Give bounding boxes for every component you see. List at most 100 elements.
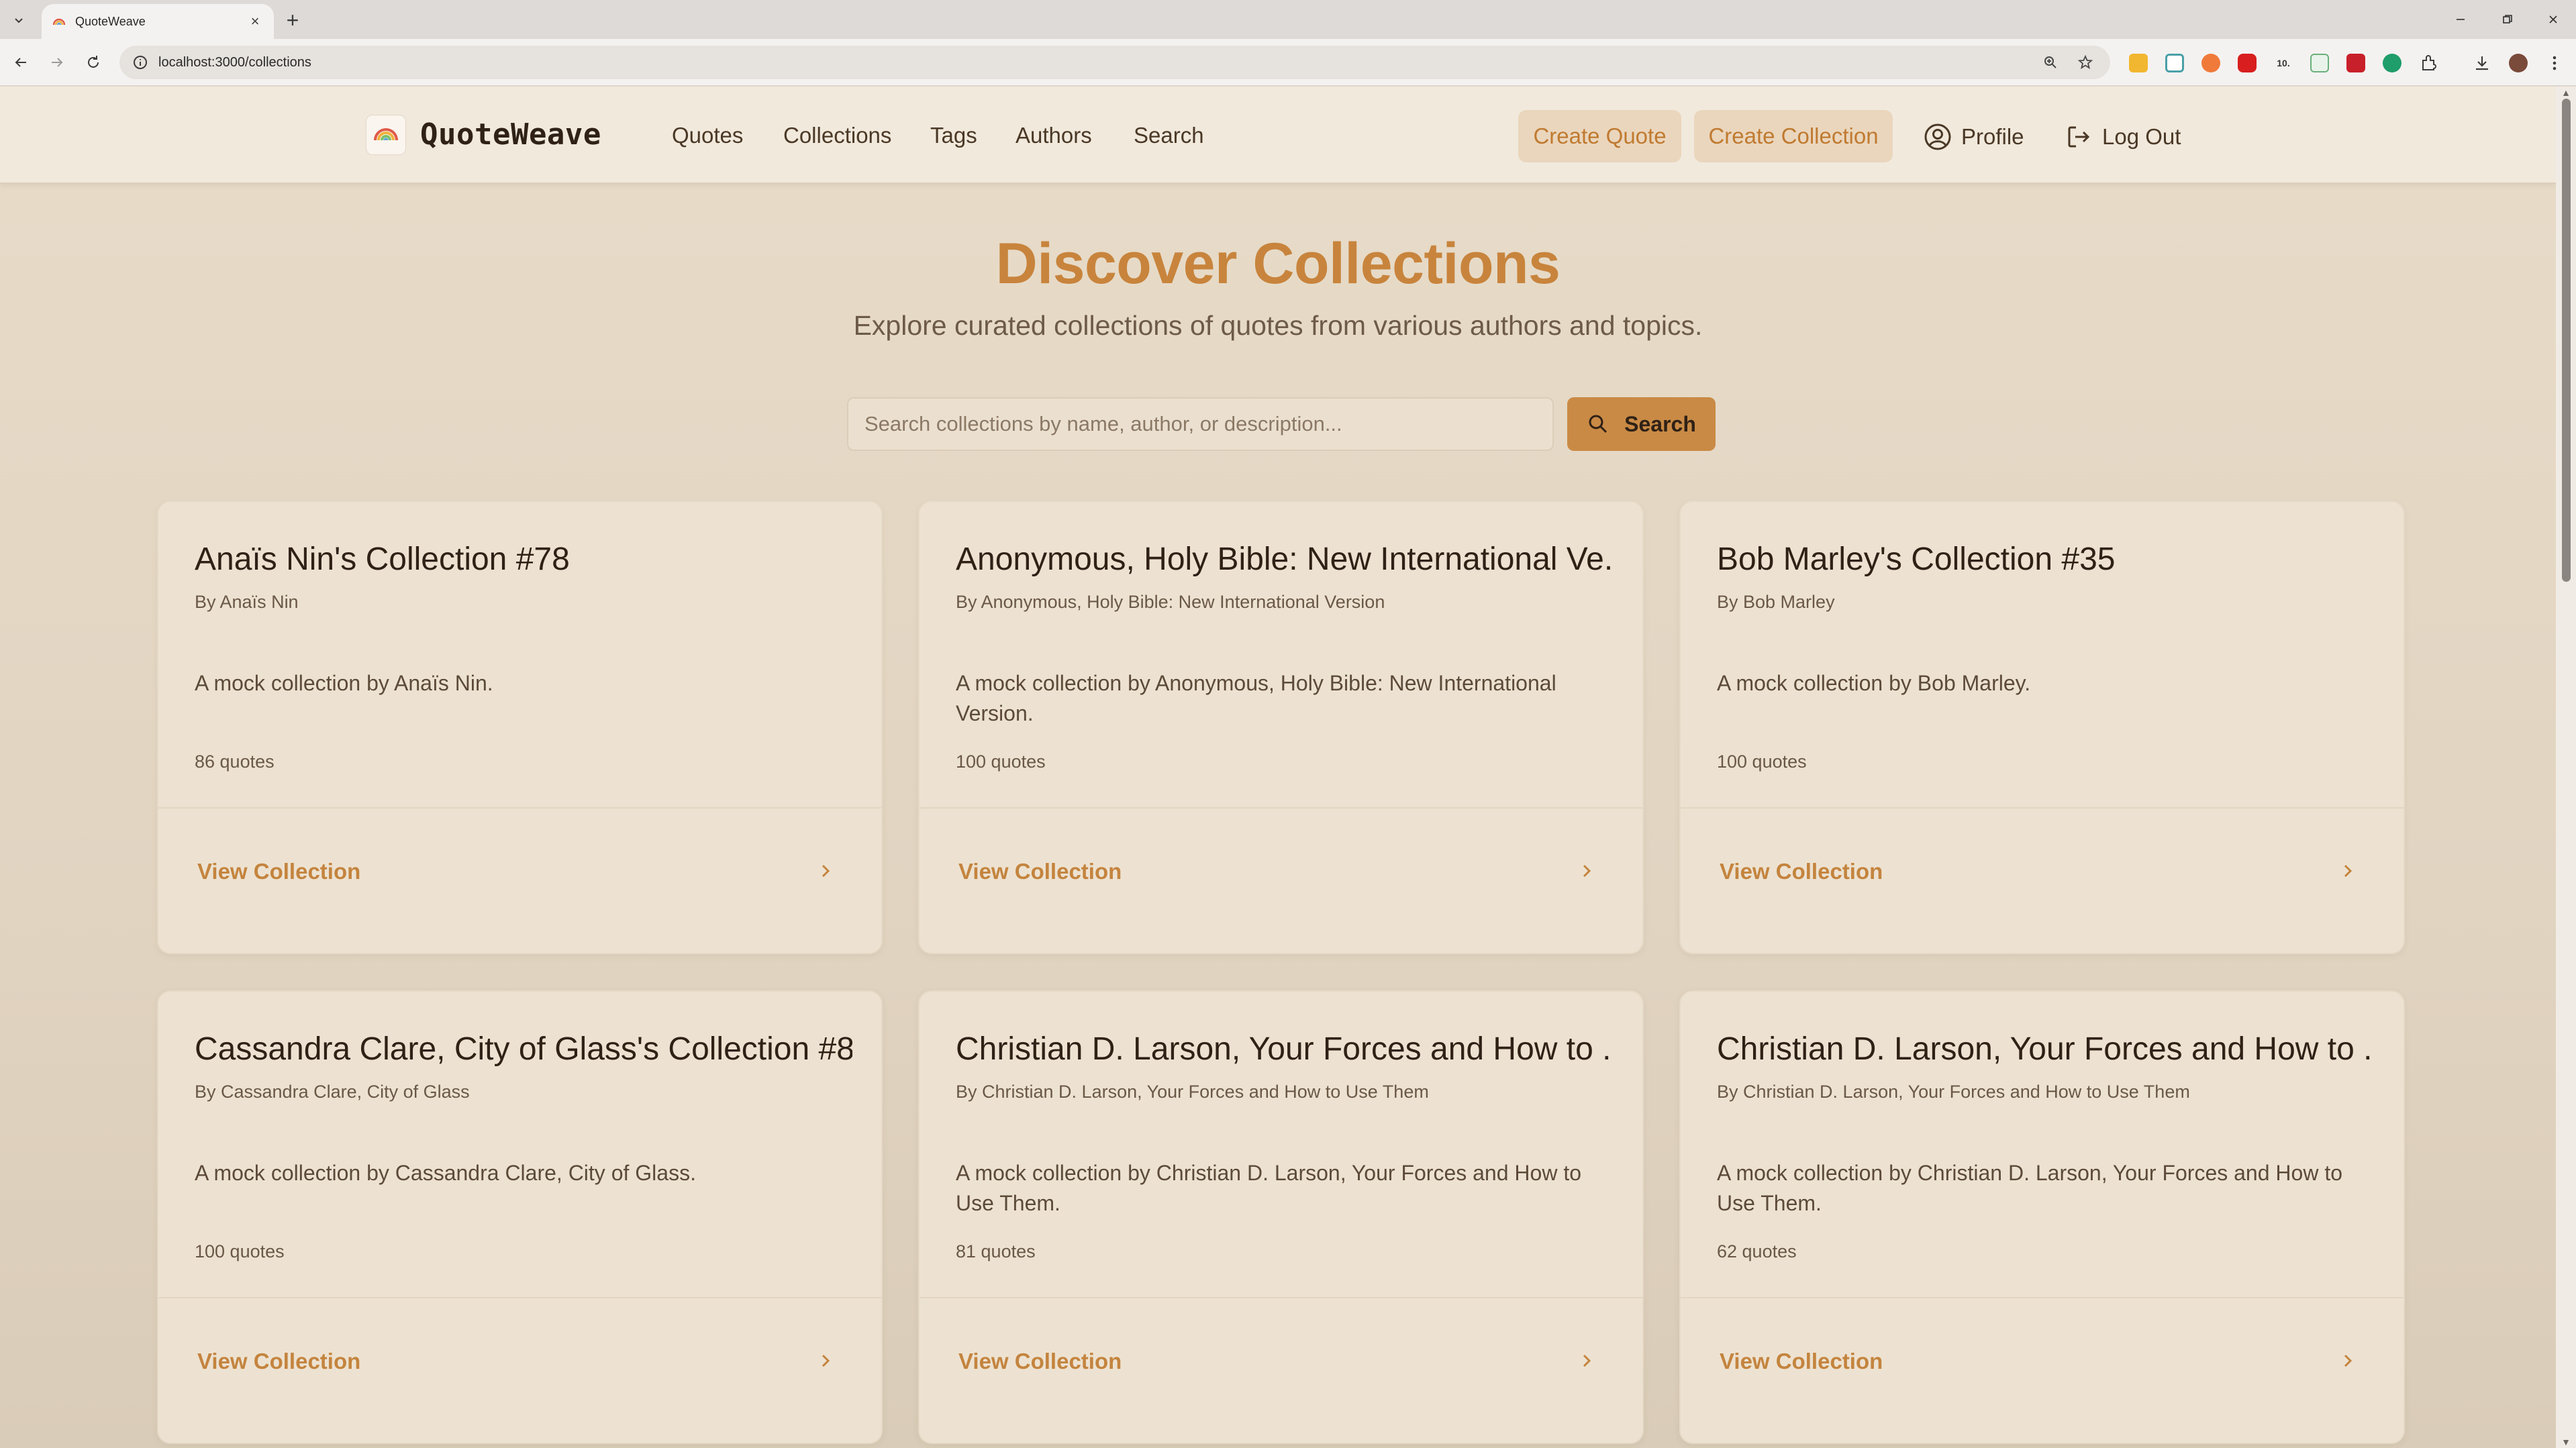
collection-card: Christian D. Larson, Your Forces and How… (918, 990, 1644, 1444)
back-arrow-icon[interactable] (8, 50, 34, 75)
collection-search-input[interactable] (847, 397, 1554, 451)
view-collection-link[interactable]: View Collection (958, 859, 1122, 884)
create-quote-button[interactable]: Create Quote (1518, 110, 1681, 162)
tab-close-icon[interactable]: × (246, 12, 264, 31)
site-info-icon[interactable] (132, 54, 149, 71)
page-scrollbar[interactable]: ▲ ▼ (2556, 87, 2576, 1448)
collection-description: A mock collection by Christian D. Larson… (956, 1161, 1581, 1215)
reload-icon[interactable] (81, 50, 106, 75)
search-button[interactable]: Search (1567, 397, 1716, 451)
collection-author: By Cassandra Clare, City of Glass (195, 1082, 470, 1102)
search-button-label: Search (1624, 411, 1696, 436)
profile-avatar-icon[interactable] (2509, 54, 2528, 72)
collection-title[interactable]: Cassandra Clare, City of Glass's Collect… (195, 1031, 852, 1068)
profile-link[interactable]: Profile (1924, 123, 2024, 151)
extension-icon[interactable] (2346, 54, 2365, 72)
minimize-icon[interactable] (2440, 7, 2481, 32)
chevron-right-icon (822, 1354, 830, 1367)
new-tab-plus-icon[interactable]: + (281, 9, 305, 31)
page-subtitle: Explore curated collections of quotes fr… (853, 310, 1703, 341)
view-collection-row[interactable]: View Collection (920, 807, 1642, 953)
search-icon (1589, 415, 1607, 433)
extension-icon[interactable] (2129, 54, 2148, 72)
view-collection-row[interactable]: View Collection (1681, 807, 2404, 953)
collection-quote-count: 100 quotes (1717, 752, 1807, 772)
collection-author: By Anonymous, Holy Bible: New Internatio… (956, 592, 1385, 612)
collection-author: By Christian D. Larson, Your Forces and … (956, 1082, 1429, 1102)
extension-icon[interactable] (2201, 54, 2220, 72)
browser-tab[interactable]: QuoteWeave × (42, 4, 274, 39)
forward-arrow-icon[interactable] (44, 50, 70, 75)
collection-title[interactable]: Christian D. Larson, Your Forces and How… (1717, 1031, 2375, 1068)
collection-card: Anonymous, Holy Bible: New International… (918, 501, 1644, 954)
collection-card: Anaïs Nin's Collection #78 By Anaïs Nin … (157, 501, 883, 954)
profile-label: Profile (1961, 124, 2024, 149)
extension-icon[interactable] (2383, 54, 2401, 72)
nav-authors[interactable]: Authors (1015, 123, 1092, 148)
tab-title: QuoteWeave (75, 14, 146, 28)
tab-list-chevron-icon[interactable] (8, 9, 30, 31)
bookmark-star-icon[interactable] (2075, 52, 2095, 72)
nav-tags[interactable]: Tags (930, 123, 977, 148)
view-collection-row[interactable]: View Collection (158, 807, 881, 953)
nav-collections[interactable]: Collections (783, 123, 891, 148)
brand-name[interactable]: QuoteWeave (420, 117, 601, 152)
view-collection-link[interactable]: View Collection (197, 859, 360, 884)
rainbow-favicon-icon (52, 18, 66, 25)
restore-icon[interactable] (2487, 7, 2528, 32)
view-collection-row[interactable]: View Collection (920, 1297, 1642, 1443)
view-collection-link[interactable]: View Collection (197, 1349, 360, 1374)
extension-icon[interactable]: 10. (2274, 54, 2293, 72)
chevron-right-icon (822, 864, 830, 878)
collection-title[interactable]: Anonymous, Holy Bible: New International… (956, 541, 1614, 578)
logout-icon (2068, 126, 2090, 148)
collection-card: Bob Marley's Collection #35 By Bob Marle… (1679, 501, 2405, 954)
collection-description: A mock collection by Anaïs Nin. (195, 671, 493, 695)
nav-quotes[interactable]: Quotes (672, 123, 743, 148)
browser-toolbar: localhost:3000/collections (0, 39, 2576, 86)
collection-title[interactable]: Bob Marley's Collection #35 (1717, 541, 2375, 578)
site-header: QuoteWeave Quotes Collections Tags Autho… (0, 87, 2556, 184)
collection-description: A mock collection by Christian D. Larson… (1717, 1161, 2342, 1215)
nav-search[interactable]: Search (1134, 123, 1204, 148)
collection-author: By Christian D. Larson, Your Forces and … (1717, 1082, 2190, 1102)
view-collection-row[interactable]: View Collection (1681, 1297, 2404, 1443)
collection-card: Christian D. Larson, Your Forces and How… (1679, 990, 2405, 1444)
user-circle-icon (1924, 123, 1951, 150)
extension-icon[interactable] (2310, 54, 2329, 72)
collection-quote-count: 100 quotes (956, 752, 1046, 772)
collection-title[interactable]: Anaïs Nin's Collection #78 (195, 541, 852, 578)
collection-title[interactable]: Christian D. Larson, Your Forces and How… (956, 1031, 1614, 1068)
collection-author: By Anaïs Nin (195, 592, 299, 612)
collection-description: A mock collection by Cassandra Clare, Ci… (195, 1161, 696, 1185)
logout-link[interactable]: Log Out (2065, 123, 2181, 151)
chevron-right-icon (1583, 1354, 1591, 1367)
collection-card: Cassandra Clare, City of Glass's Collect… (157, 990, 883, 1444)
scrollbar-thumb[interactable] (2562, 99, 2571, 582)
create-collection-button[interactable]: Create Collection (1694, 110, 1893, 162)
collection-author: By Bob Marley (1717, 592, 1835, 612)
view-collection-link[interactable]: View Collection (1720, 1349, 1883, 1374)
chevron-right-icon (2344, 1354, 2352, 1367)
view-collection-link[interactable]: View Collection (958, 1349, 1122, 1374)
extension-icon[interactable] (2238, 54, 2257, 72)
brand-logo[interactable] (366, 115, 406, 155)
download-icon[interactable] (2473, 54, 2491, 72)
extension-icon[interactable] (2165, 54, 2184, 72)
kebab-menu-icon[interactable] (2545, 54, 2564, 72)
address-bar[interactable]: localhost:3000/collections (119, 46, 2110, 79)
page-title: Discover Collections (995, 231, 1561, 296)
collection-quote-count: 86 quotes (195, 752, 275, 772)
close-window-icon[interactable] (2533, 7, 2573, 32)
view-collection-link[interactable]: View Collection (1720, 859, 1883, 884)
chevron-right-icon (2344, 864, 2352, 878)
view-collection-row[interactable]: View Collection (158, 1297, 881, 1443)
extensions-puzzle-icon[interactable] (2419, 54, 2438, 72)
scroll-up-arrow-icon[interactable]: ▲ (2561, 88, 2571, 97)
chevron-right-icon (1583, 864, 1591, 878)
zoom-icon[interactable] (2040, 52, 2061, 72)
url-text: localhost:3000/collections (158, 54, 311, 70)
scroll-down-arrow-icon[interactable]: ▼ (2561, 1437, 2571, 1447)
collection-description: A mock collection by Anonymous, Holy Bib… (956, 671, 1556, 725)
logout-label: Log Out (2102, 124, 2181, 149)
